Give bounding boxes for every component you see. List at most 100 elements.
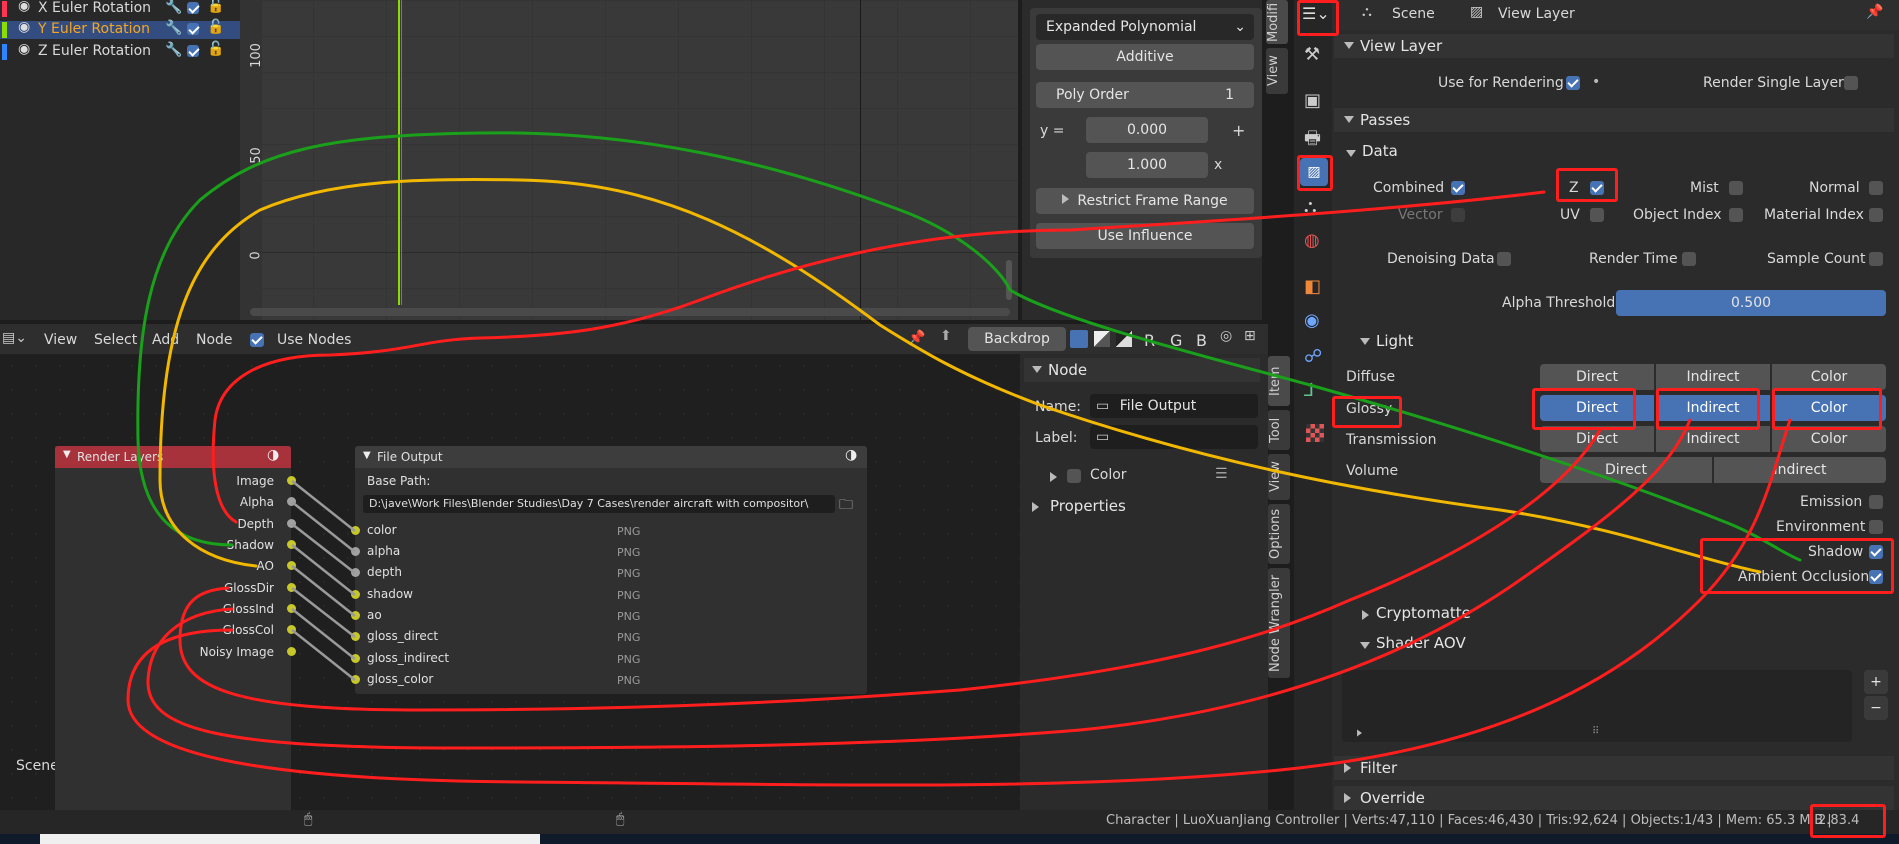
shader-aov-list[interactable]: ⠿ xyxy=(1342,670,1852,742)
tool-icon[interactable]: ⚒ xyxy=(1304,44,1320,65)
animate-dot-icon[interactable]: • xyxy=(1592,74,1600,90)
status-text: Character | LuoXuanJiang Controller | Ve… xyxy=(1106,813,1832,828)
collapse-arrow-icon[interactable] xyxy=(1360,642,1370,649)
highlight-shadow-ao xyxy=(1700,538,1894,594)
emission-checkbox[interactable] xyxy=(1869,495,1883,509)
node-name-value: File Output xyxy=(1119,398,1197,414)
snap-icon[interactable]: ⊞ xyxy=(1244,328,1256,344)
passes-section-header[interactable]: Passes xyxy=(1334,108,1894,132)
collapse-arrow-icon[interactable] xyxy=(1346,150,1356,157)
expand-arrow-icon[interactable] xyxy=(1362,610,1369,620)
constraint-properties-icon[interactable]: ⅃ xyxy=(1304,380,1314,401)
expand-arrow-icon[interactable] xyxy=(1357,729,1362,737)
combined-checkbox[interactable] xyxy=(1451,181,1465,195)
link-shadow-shadow xyxy=(291,544,356,596)
filter-section-header[interactable]: Filter xyxy=(1334,756,1894,780)
volume-direct-button[interactable]: Direct xyxy=(1540,457,1712,483)
normal-checkbox[interactable] xyxy=(1869,181,1883,195)
uv-checkbox[interactable] xyxy=(1590,208,1604,222)
environment-label: Environment xyxy=(1776,519,1866,535)
add-aov-button[interactable]: + xyxy=(1864,670,1888,694)
object-index-checkbox[interactable] xyxy=(1729,208,1743,222)
coefficient-0-field[interactable]: 0.000 xyxy=(1086,117,1208,143)
diffuse-direct-button[interactable]: Direct xyxy=(1540,364,1654,390)
use-influence-button[interactable]: Use Influence xyxy=(1036,223,1254,249)
world-properties-icon[interactable]: ◍ xyxy=(1304,230,1320,251)
label-label: Label: xyxy=(1035,430,1078,446)
texture-properties-icon[interactable] xyxy=(1306,424,1324,442)
mist-checkbox[interactable] xyxy=(1729,181,1743,195)
highlight-z-pass xyxy=(1556,168,1618,202)
tab-view-graph[interactable]: View xyxy=(1266,48,1288,94)
tab-tool[interactable]: Tool xyxy=(1268,410,1290,450)
passes-section-title: Passes xyxy=(1360,111,1411,129)
channel-g[interactable]: G xyxy=(1170,331,1182,350)
render-properties-icon[interactable]: ▣ xyxy=(1304,90,1321,111)
collapse-arrow-icon[interactable] xyxy=(1360,338,1370,345)
node-label-field[interactable]: ▭ xyxy=(1090,425,1258,449)
filter-section-title: Filter xyxy=(1360,759,1398,777)
backdrop-mono-icon[interactable] xyxy=(1116,331,1132,347)
environment-checkbox[interactable] xyxy=(1869,520,1883,534)
vector-checkbox[interactable] xyxy=(1451,208,1465,222)
coefficient-1-field[interactable]: 1.000 xyxy=(1086,152,1208,178)
node-name-field[interactable]: ▭ File Output xyxy=(1090,394,1258,418)
tab-view-node[interactable]: View xyxy=(1268,454,1290,500)
denoising-data-checkbox[interactable] xyxy=(1497,252,1511,266)
collapse-arrow-icon xyxy=(1344,116,1354,123)
tab-node-wrangler[interactable]: Node Wrangler xyxy=(1268,568,1290,678)
poly-order-field[interactable]: Poly Order 1 xyxy=(1036,82,1254,108)
resize-grip-icon[interactable]: ⠿ xyxy=(1592,726,1599,737)
volume-indirect-button[interactable]: Indirect xyxy=(1714,457,1886,483)
header-view-layer[interactable]: View Layer xyxy=(1498,6,1575,22)
material-index-checkbox[interactable] xyxy=(1869,208,1883,222)
shader-aov-title[interactable]: Shader AOV xyxy=(1376,634,1466,652)
diffuse-indirect-button[interactable]: Indirect xyxy=(1656,364,1770,390)
mode-dropdown[interactable]: Expanded Polynomial ⌄ xyxy=(1036,14,1254,40)
expand-arrow-icon[interactable] xyxy=(1050,472,1057,482)
header-scene[interactable]: Scene xyxy=(1392,6,1435,22)
alpha-threshold-slider[interactable]: 0.500 xyxy=(1616,290,1886,316)
use-for-rendering-checkbox[interactable] xyxy=(1566,76,1580,90)
node-section-title: Node xyxy=(1048,361,1088,379)
gizmo-icon[interactable]: ◎ xyxy=(1220,328,1232,344)
view-layer-section-header[interactable]: View Layer xyxy=(1334,34,1894,58)
alpha-threshold-value: 0.500 xyxy=(1730,295,1772,311)
channel-b[interactable]: B xyxy=(1196,331,1207,350)
data-subsection-title[interactable]: Data xyxy=(1362,142,1398,160)
node-icon: ▭ xyxy=(1096,429,1110,445)
use-influence-label: Use Influence xyxy=(1097,228,1193,244)
output-properties-icon[interactable]: 🖶 xyxy=(1304,126,1321,156)
restrict-frame-range-button[interactable]: Restrict Frame Range xyxy=(1036,188,1254,214)
tab-options[interactable]: Options xyxy=(1268,504,1290,564)
uv-label: UV xyxy=(1560,207,1580,223)
y-equals-label: y = xyxy=(1040,123,1065,139)
node-section-header[interactable]: Node xyxy=(1024,358,1260,382)
backdrop-channels-icon[interactable] xyxy=(1070,330,1088,348)
particles-properties-icon[interactable]: ☍ xyxy=(1304,346,1322,367)
light-subsection-title[interactable]: Light xyxy=(1376,332,1413,350)
pin-icon[interactable]: 📌 xyxy=(1866,4,1883,20)
link-depth-depth xyxy=(291,523,356,574)
object-properties-icon[interactable]: ◧ xyxy=(1304,276,1321,297)
cryptomatte-title[interactable]: Cryptomatte xyxy=(1376,604,1471,622)
node-links xyxy=(291,480,356,681)
render-time-checkbox[interactable] xyxy=(1682,252,1696,266)
list-icon[interactable]: ☰ xyxy=(1215,466,1228,482)
blend-additive-button[interactable]: Additive xyxy=(1036,44,1254,70)
tab-item[interactable]: Item xyxy=(1268,356,1290,406)
channel-r[interactable]: R xyxy=(1144,331,1155,350)
remove-aov-button[interactable]: − xyxy=(1864,696,1888,720)
color-checkbox[interactable] xyxy=(1067,469,1081,483)
modifier-properties-icon[interactable]: ◉ xyxy=(1304,310,1320,331)
sample-count-checkbox[interactable] xyxy=(1869,252,1883,266)
render-time-label: Render Time xyxy=(1589,251,1678,267)
link-ao-ao xyxy=(291,565,356,617)
render-single-layer-checkbox[interactable] xyxy=(1844,76,1858,90)
expand-arrow-icon[interactable] xyxy=(1032,502,1039,512)
tab-modifiers[interactable]: Modifi xyxy=(1266,0,1288,44)
scene-properties-icon[interactable]: ⛬ xyxy=(1304,196,1317,217)
diffuse-color-button[interactable]: Color xyxy=(1772,364,1886,390)
properties-section-title[interactable]: Properties xyxy=(1050,497,1126,515)
backdrop-alpha-icon[interactable] xyxy=(1094,331,1110,347)
